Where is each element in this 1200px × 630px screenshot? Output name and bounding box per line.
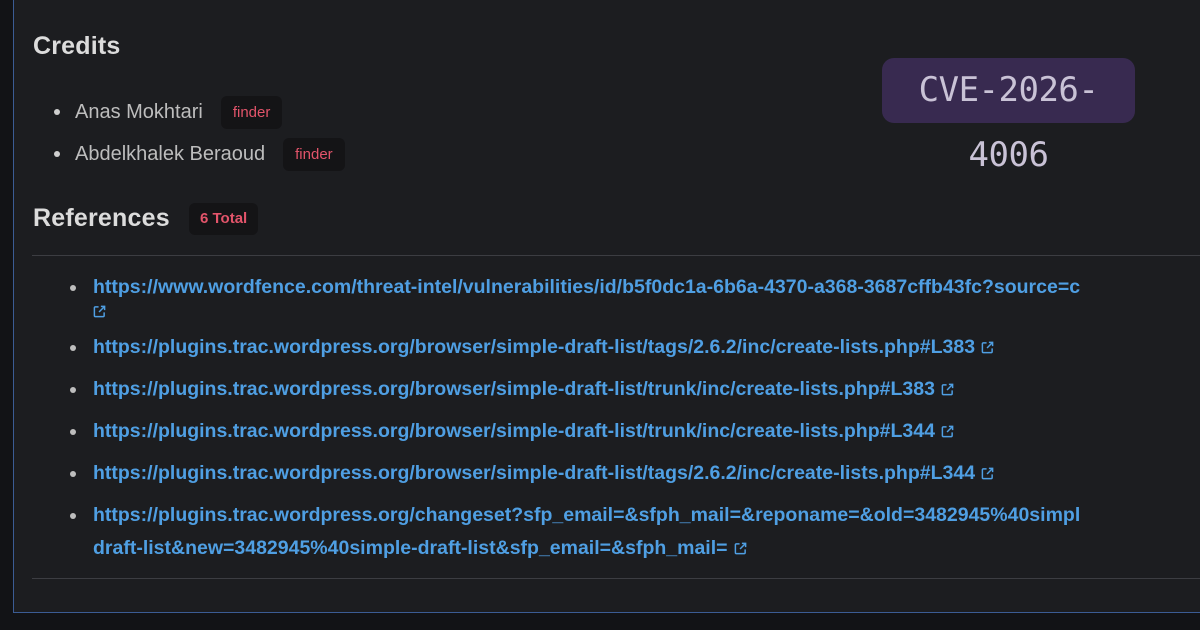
reference-link[interactable]: https://plugins.trac.wordpress.org/brows… [93,420,935,442]
role-badge: finder [283,137,345,171]
bullet-icon [70,387,76,393]
external-link-icon[interactable] [941,425,954,438]
references-list: https://www.wordfence.com/threat-intel/v… [70,271,1200,574]
credit-name: Anas Mokhtari [75,100,203,123]
reference-link[interactable]: https://plugins.trac.wordpress.org/brows… [93,462,975,484]
reference-link-continued[interactable]: draft-list&new=3482945%40simple-draft-li… [93,537,728,559]
reference-link[interactable]: https://plugins.trac.wordpress.org/brows… [93,378,935,400]
reference-item: https://plugins.trac.wordpress.org/brows… [70,457,1200,490]
reference-item: https://www.wordfence.com/threat-intel/v… [70,271,1200,322]
bullet-icon [70,471,76,477]
bullet-icon [70,285,76,291]
reference-item: https://plugins.trac.wordpress.org/chang… [70,499,1200,565]
bullet-icon [54,151,60,157]
reference-item: https://plugins.trac.wordpress.org/brows… [70,373,1200,406]
reference-link[interactable]: https://www.wordfence.com/threat-intel/v… [93,276,1080,298]
role-badge: finder [220,95,283,129]
bullet-icon [54,109,60,115]
divider [32,255,1200,256]
credit-item: Abdelkhalek Beraoud finder [54,135,345,173]
external-link-icon[interactable] [981,467,994,480]
external-link-icon[interactable] [734,542,747,555]
bullet-icon [70,513,76,519]
reference-item: https://plugins.trac.wordpress.org/brows… [70,331,1200,364]
credits-list: Anas Mokhtari finder Abdelkhalek Beraoud… [54,93,345,177]
references-heading: References [33,204,170,232]
cve-id-badge: CVE-2026-4006 [882,58,1135,175]
external-link-icon[interactable] [981,341,994,354]
reference-link[interactable]: https://plugins.trac.wordpress.org/chang… [93,504,1080,526]
bullet-icon [70,345,76,351]
reference-link[interactable]: https://plugins.trac.wordpress.org/brows… [93,336,975,358]
references-count-badge: 6 Total [189,203,259,235]
bullet-icon [70,429,76,435]
divider [32,578,1200,579]
reference-item: https://plugins.trac.wordpress.org/brows… [70,415,1200,448]
external-link-icon[interactable] [93,305,106,318]
credits-heading: Credits [33,32,121,60]
credit-name: Abdelkhalek Beraoud [75,142,266,165]
external-link-icon[interactable] [941,383,954,396]
credit-item: Anas Mokhtari finder [54,93,345,131]
